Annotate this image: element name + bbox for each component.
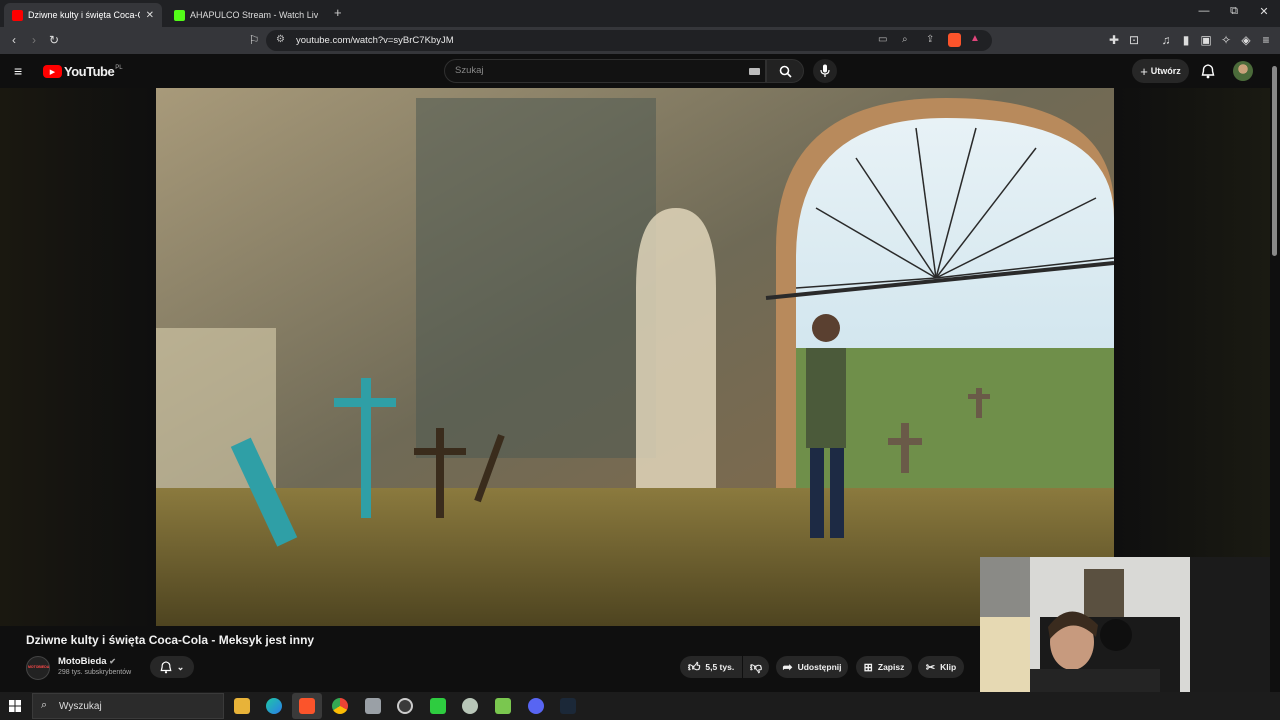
voice-search-button[interactable] — [813, 59, 837, 83]
extensions-icon[interactable]: ✚ — [1106, 33, 1122, 47]
obs-icon[interactable] — [397, 698, 413, 714]
search-icon — [779, 65, 792, 78]
file-explorer-icon[interactable] — [234, 698, 250, 714]
thumbs-down-icon: 👎︎ — [749, 659, 763, 674]
tab-youtube[interactable]: Dziwne kulty i święta Coca-Co ✕ — [4, 3, 162, 27]
plus-icon: + — [1140, 63, 1148, 79]
notifications-bell-icon[interactable] — [1201, 64, 1215, 79]
like-button[interactable]: 👍︎ 5,5 tys. — [680, 656, 742, 678]
taskbar-search-placeholder: Wyszukaj — [59, 701, 102, 712]
region-code: PL — [115, 64, 123, 71]
subscription-bell-button[interactable]: ⌄ — [150, 656, 194, 678]
site-settings-icon[interactable]: ⚙ — [276, 34, 285, 45]
bookmark-icon[interactable]: ⚐ — [246, 33, 262, 47]
create-button[interactable]: + Utwórz — [1132, 59, 1189, 83]
menu-icon[interactable]: ≡ — [1258, 33, 1274, 47]
thumbs-up-icon: 👍︎ — [687, 659, 701, 674]
app-icon-3[interactable] — [462, 698, 478, 714]
app-icon-2[interactable] — [430, 698, 446, 714]
brave-shield-icon[interactable] — [948, 33, 961, 47]
youtube-play-icon: ▶ — [43, 65, 62, 78]
zoom-icon[interactable]: ⌕ — [902, 34, 908, 45]
verified-icon: ✔ — [109, 657, 116, 666]
channel-name-text: MotoBieda — [58, 656, 107, 667]
youtube-wordmark: YouTube — [64, 64, 115, 79]
keyboard-icon[interactable] — [749, 68, 760, 75]
share-icon: ➦ — [782, 660, 793, 674]
clip-label: Klip — [940, 662, 957, 672]
video-frame — [156, 88, 1114, 626]
cast-icon[interactable]: ▭ — [878, 34, 887, 45]
share-button[interactable]: ➦ Udostępnij — [776, 656, 848, 678]
account-avatar[interactable] — [1233, 61, 1253, 81]
address-bar[interactable]: ⚙ youtube.com/watch?v=syBrC7KbyJM ▭ ⌕ ⇪ … — [266, 30, 992, 51]
media-icon[interactable]: ♫ — [1158, 33, 1174, 47]
scrollbar-thumb[interactable] — [1272, 66, 1277, 256]
steam-icon[interactable] — [560, 698, 576, 714]
tab-close-icon[interactable]: ✕ — [146, 10, 154, 21]
youtube-logo[interactable]: ▶ YouTube PL — [43, 64, 123, 79]
share-label: Udostępnij — [797, 662, 842, 672]
chrome-icon[interactable] — [332, 698, 348, 714]
forward-icon[interactable]: › — [26, 33, 42, 47]
reload-icon[interactable]: ↻ — [46, 33, 62, 47]
tab-kick[interactable]: AHAPULCO Stream - Watch Live on K — [166, 3, 326, 27]
save-label: Zapisz — [877, 662, 905, 672]
channel-avatar-text: MOTOBIEDA — [28, 665, 50, 669]
dislike-button[interactable]: 👎︎ — [743, 656, 769, 678]
search-placeholder: Szukaj — [455, 65, 484, 76]
new-tab-button[interactable]: + — [334, 5, 342, 20]
clip-button[interactable]: ✂ Klip — [918, 656, 964, 678]
save-button[interactable]: ⊞ Zapisz — [856, 656, 912, 678]
chevron-down-icon: ⌄ — [176, 661, 185, 672]
vpn-icon[interactable]: ◈ — [1238, 33, 1254, 47]
share-page-icon[interactable]: ⇪ — [926, 34, 934, 45]
hamburger-menu-icon[interactable]: ≡ — [14, 63, 22, 79]
leo-ai-icon[interactable]: ✧ — [1218, 33, 1234, 47]
app-icon-4[interactable] — [495, 698, 511, 714]
like-count: 5,5 tys. — [705, 662, 735, 672]
tab-title: AHAPULCO Stream - Watch Live on K — [190, 10, 318, 20]
page-scrollbar[interactable] — [1270, 54, 1280, 692]
subscriber-count: 298 tys. subskrybentów — [58, 669, 132, 676]
youtube-favicon-icon — [12, 9, 23, 21]
close-window-button[interactable]: ✕ — [1249, 5, 1279, 18]
youtube-masthead: ≡ ▶ YouTube PL Szukaj + Utwórz — [0, 54, 1270, 88]
tab-title: Dziwne kulty i święta Coca-Co — [28, 10, 140, 20]
browser-tab-strip: Dziwne kulty i święta Coca-Co ✕ AHAPULCO… — [0, 0, 1280, 27]
edge-icon[interactable] — [266, 698, 282, 714]
scissors-icon: ✂ — [925, 661, 936, 674]
brave-icon[interactable] — [299, 698, 315, 714]
restore-button[interactable]: ⧉ — [1219, 5, 1249, 18]
kick-favicon-icon — [174, 9, 185, 21]
channel-avatar[interactable]: MOTOBIEDA — [26, 656, 50, 680]
channel-name[interactable]: MotoBieda ✔ — [58, 656, 116, 667]
save-playlist-icon: ⊞ — [863, 661, 873, 674]
taskbar-search-input[interactable]: ⌕ Wyszukaj — [32, 693, 224, 719]
microphone-icon — [820, 64, 830, 77]
search-button[interactable] — [766, 59, 804, 83]
bell-icon — [160, 660, 172, 673]
taskbar-search-icon: ⌕ — [41, 699, 48, 711]
wallet-icon[interactable]: ▣ — [1198, 33, 1214, 47]
back-icon[interactable]: ‹ — [6, 33, 22, 47]
brave-rewards-icon[interactable]: ▲ — [970, 33, 980, 44]
video-player[interactable] — [156, 88, 1114, 626]
screenshot-icon[interactable]: ⊡ — [1126, 33, 1142, 47]
sidebar-icon[interactable]: ▮ — [1178, 33, 1194, 47]
url-text: youtube.com/watch?v=syBrC7KbyJM — [296, 35, 454, 46]
create-label: Utwórz — [1150, 66, 1181, 76]
video-title: Dziwne kulty i święta Coca-Cola - Meksyk… — [26, 633, 315, 647]
app-icon-1[interactable] — [365, 698, 381, 714]
browser-toolbar: ‹ › ↻ ⚐ ⚙ youtube.com/watch?v=syBrC7KbyJ… — [0, 27, 1280, 54]
windows-taskbar: ⌕ Wyszukaj — [0, 692, 1280, 720]
search-input[interactable]: Szukaj — [444, 59, 766, 83]
windows-start-icon[interactable] — [9, 700, 21, 712]
discord-icon[interactable] — [528, 698, 544, 714]
minimize-button[interactable]: — — [1189, 5, 1219, 17]
